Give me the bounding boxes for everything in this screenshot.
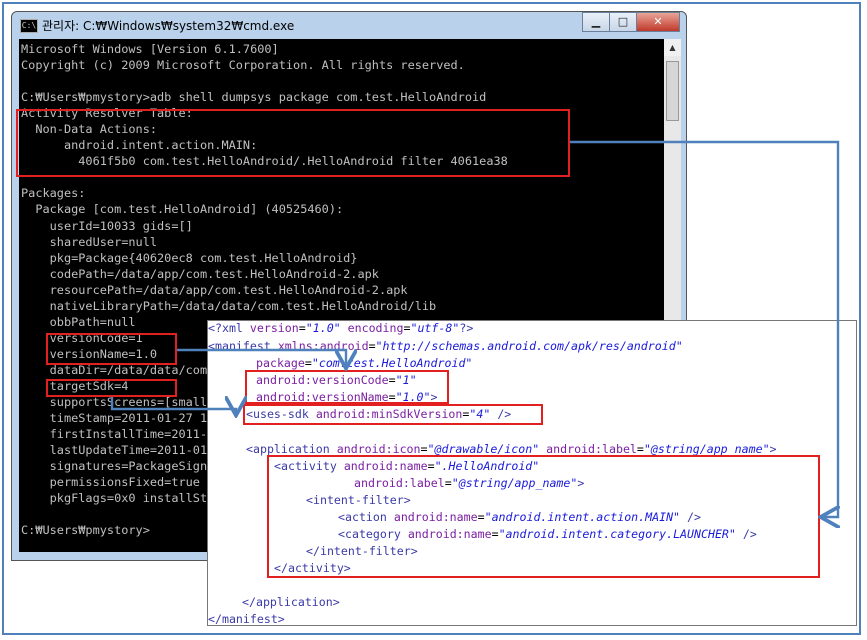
arrow-activity-to-manifest: [570, 140, 838, 517]
connector-arrows: [110, 140, 867, 640]
arrow-version-to-manifest: [177, 348, 346, 366]
arrow-targetsdk-to-manifest: [110, 397, 236, 413]
